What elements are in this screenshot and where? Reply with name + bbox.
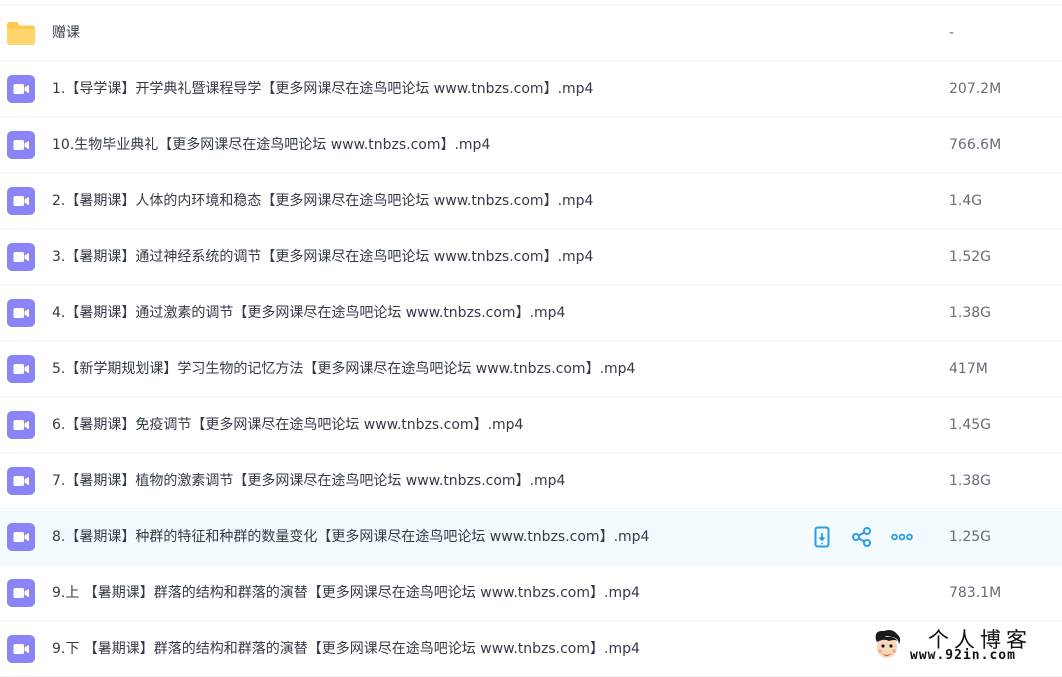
file-name[interactable]: 7.【暑期课】植物的激素调节【更多网课尽在途鸟吧论坛 www.tnbzs.com… — [52, 453, 565, 509]
file-size: 1.4G — [949, 193, 983, 209]
file-row[interactable]: 2.【暑期课】人体的内环境和稳态【更多网课尽在途鸟吧论坛 www.tnbzs.c… — [0, 173, 1062, 229]
phone-transfer-icon[interactable] — [810, 525, 834, 549]
row-actions — [810, 525, 920, 549]
file-name[interactable]: 1.【导学课】开学典礼暨课程导学【更多网课尽在途鸟吧论坛 www.tnbzs.c… — [52, 61, 593, 117]
video-icon — [6, 466, 36, 496]
file-row[interactable]: 9.上 【暑期课】群落的结构和群落的演替【更多网课尽在途鸟吧论坛 www.tnb… — [0, 565, 1062, 621]
file-row[interactable]: 1.【导学课】开学典礼暨课程导学【更多网课尽在途鸟吧论坛 www.tnbzs.c… — [0, 61, 1062, 117]
cartoon-face-logo — [875, 630, 901, 658]
file-name[interactable]: 8.【暑期课】种群的特征和种群的数量变化【更多网课尽在途鸟吧论坛 www.tnb… — [52, 509, 649, 565]
file-name[interactable]: 赠课 — [52, 5, 80, 61]
file-row[interactable]: 10.生物毕业典礼【更多网课尽在途鸟吧论坛 www.tnbzs.com】.mp4… — [0, 117, 1062, 173]
file-name[interactable]: 2.【暑期课】人体的内环境和稳态【更多网课尽在途鸟吧论坛 www.tnbzs.c… — [52, 173, 593, 229]
file-name[interactable]: 5.【新学期规划课】学习生物的记忆方法【更多网课尽在途鸟吧论坛 www.tnbz… — [52, 341, 635, 397]
file-size: 766.6M — [949, 137, 1002, 153]
file-row[interactable]: 5.【新学期规划课】学习生物的记忆方法【更多网课尽在途鸟吧论坛 www.tnbz… — [0, 341, 1062, 397]
folder-row[interactable]: 赠课 - — [0, 5, 1062, 61]
file-size: 417M — [949, 361, 988, 377]
video-icon — [6, 74, 36, 104]
file-size: 207.2M — [949, 81, 1002, 97]
video-icon — [6, 186, 36, 216]
video-icon — [6, 578, 36, 608]
file-size: 1.25G — [949, 529, 992, 545]
video-icon — [6, 242, 36, 272]
video-icon — [6, 354, 36, 384]
file-size: 783.1M — [949, 585, 1002, 601]
file-size: 1.52G — [949, 249, 992, 265]
share-icon[interactable] — [850, 525, 874, 549]
video-icon — [6, 634, 36, 664]
video-icon — [6, 522, 36, 552]
file-row[interactable]: 8.【暑期课】种群的特征和种群的数量变化【更多网课尽在途鸟吧论坛 www.tnb… — [0, 509, 1062, 565]
file-row[interactable]: 4.【暑期课】通过激素的调节【更多网课尽在途鸟吧论坛 www.tnbzs.com… — [0, 285, 1062, 341]
file-size: 1.38G — [949, 473, 992, 489]
file-size: - — [949, 25, 955, 41]
video-icon — [6, 130, 36, 160]
file-name[interactable]: 3.【暑期课】通过神经系统的调节【更多网课尽在途鸟吧论坛 www.tnbzs.c… — [52, 229, 593, 285]
file-size: 1.38G — [949, 305, 992, 321]
file-name[interactable]: 4.【暑期课】通过激素的调节【更多网课尽在途鸟吧论坛 www.tnbzs.com… — [52, 285, 565, 341]
file-name[interactable]: 6.【暑期课】免疫调节【更多网课尽在途鸟吧论坛 www.tnbzs.com】.m… — [52, 397, 523, 453]
video-icon — [6, 410, 36, 440]
video-icon — [6, 298, 36, 328]
file-row[interactable]: 6.【暑期课】免疫调节【更多网课尽在途鸟吧论坛 www.tnbzs.com】.m… — [0, 397, 1062, 453]
watermark-url: www.92in.com — [910, 648, 1016, 663]
file-list: 赠课 - 1.【导学课】开学典礼暨课程导学【更多网课尽在途鸟吧论坛 www.tnbz… — [0, 4, 1062, 677]
watermark: 个人博客 www.92in.com — [866, 624, 1062, 668]
file-row[interactable]: 3.【暑期课】通过神经系统的调节【更多网课尽在途鸟吧论坛 www.tnbzs.c… — [0, 229, 1062, 285]
file-row[interactable]: 7.【暑期课】植物的激素调节【更多网课尽在途鸟吧论坛 www.tnbzs.com… — [0, 453, 1062, 509]
file-name[interactable]: 9.下 【暑期课】群落的结构和群落的演替【更多网课尽在途鸟吧论坛 www.tnb… — [52, 621, 640, 677]
more-icon[interactable] — [890, 525, 914, 549]
file-name[interactable]: 10.生物毕业典礼【更多网课尽在途鸟吧论坛 www.tnbzs.com】.mp4 — [52, 117, 490, 173]
folder-icon — [6, 18, 36, 48]
file-name[interactable]: 9.上 【暑期课】群落的结构和群落的演替【更多网课尽在途鸟吧论坛 www.tnb… — [52, 565, 640, 621]
file-size: 1.45G — [949, 417, 992, 433]
